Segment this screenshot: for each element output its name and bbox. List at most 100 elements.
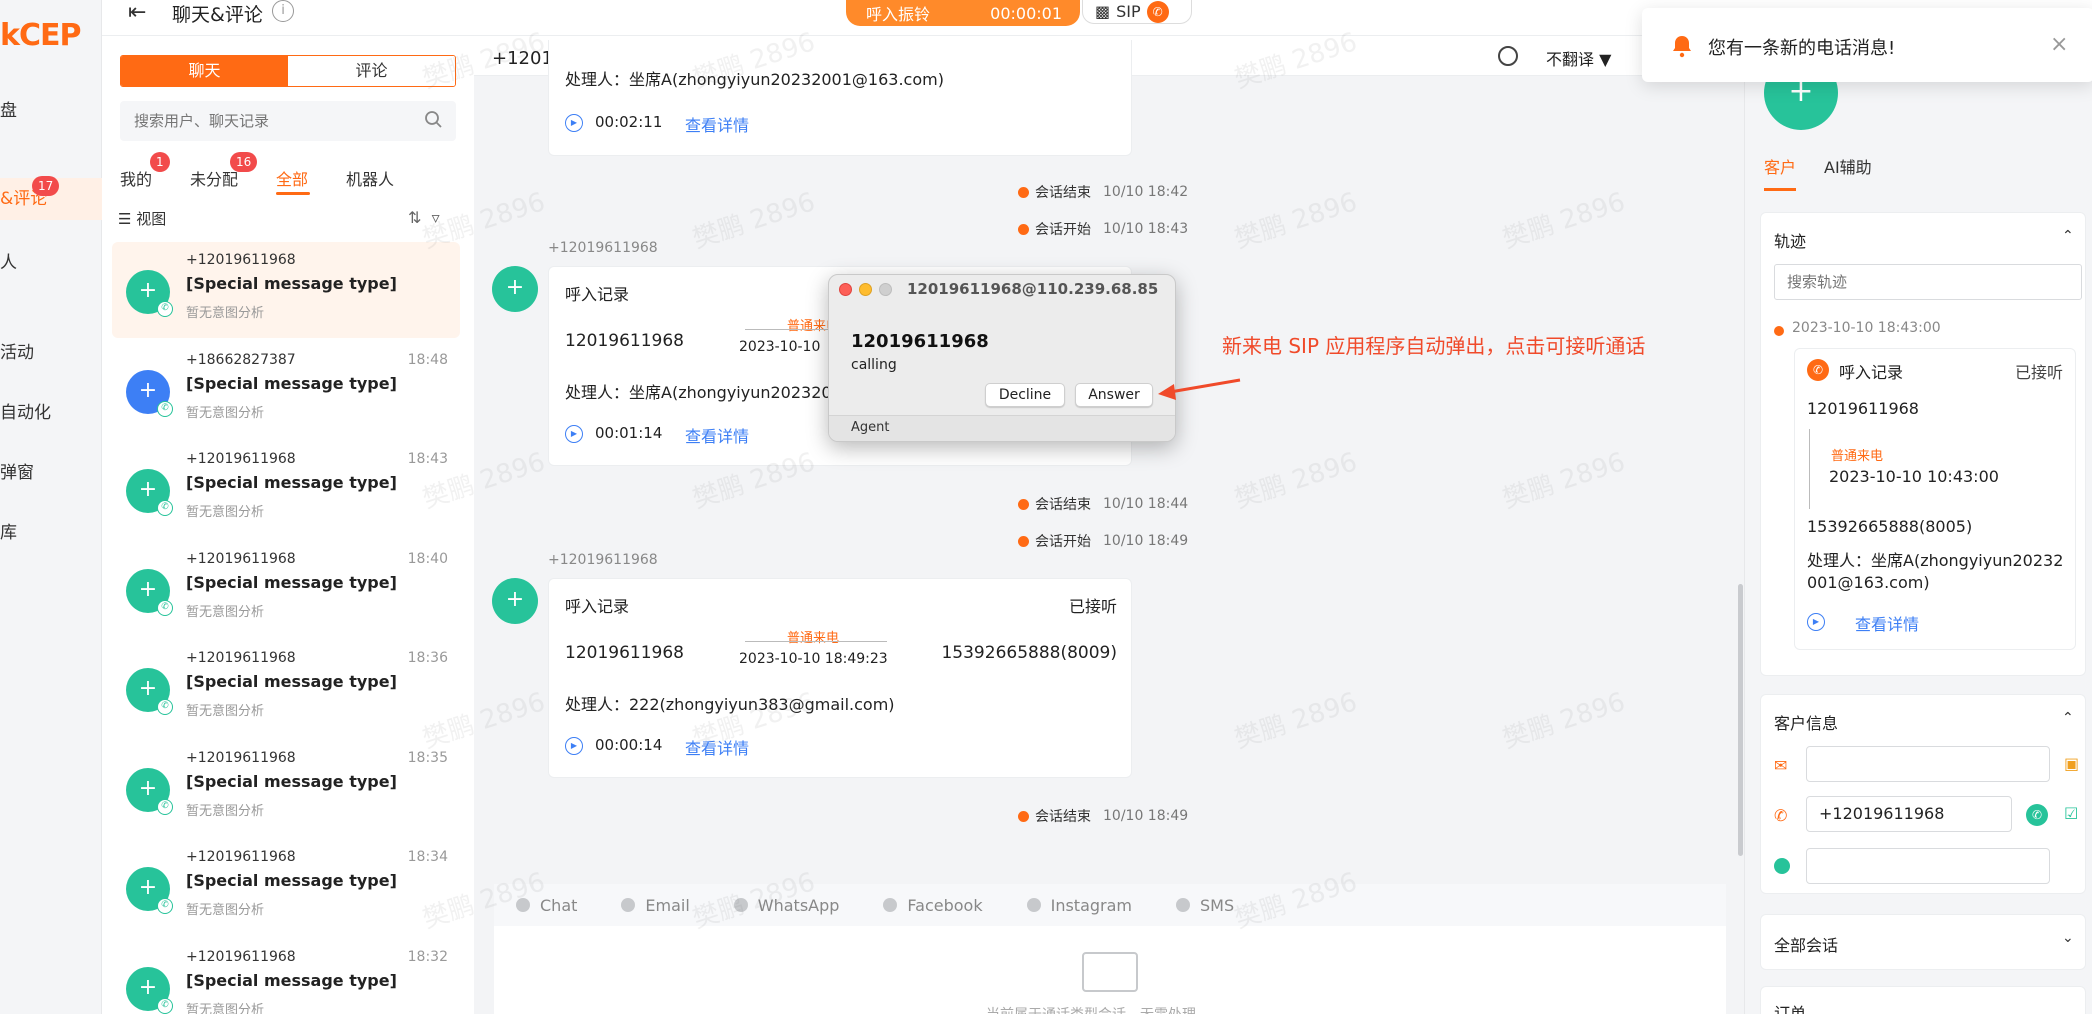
conversation-item[interactable]: + ✆ +12019611968 18:43 [Special message type…: [112, 441, 460, 537]
contact-avatar: + ✆: [126, 668, 173, 715]
minimize-window-icon[interactable]: [859, 283, 872, 296]
whatsapp-icon: [733, 897, 748, 912]
intent-analysis: 暂无意图分析: [186, 306, 265, 321]
translate-select[interactable]: 不翻译 ▼: [1546, 46, 1611, 70]
conversation-item[interactable]: + ✆ +18662827387 18:48 [Special message type…: [112, 342, 460, 438]
chevron-down-icon[interactable]: ⌄: [2062, 930, 2074, 946]
last-message: [Special message type]: [186, 473, 397, 492]
phone-field[interactable]: +12019611968: [1806, 796, 2012, 832]
nav-item-dashboard[interactable]: 盘: [0, 96, 17, 121]
caller-number: 12019611968: [565, 643, 684, 663]
chat-scrollbar[interactable]: [1738, 584, 1743, 856]
close-window-icon[interactable]: [839, 283, 852, 296]
conversation-search-input[interactable]: [120, 101, 456, 141]
close-icon[interactable]: ×: [2050, 32, 2068, 57]
nav-item-people[interactable]: 人: [0, 248, 17, 273]
history-icon[interactable]: [1498, 46, 1518, 66]
decline-button[interactable]: Decline: [985, 383, 1065, 407]
tab-customer[interactable]: 客户: [1764, 154, 1796, 178]
filter-tab-unassigned[interactable]: 未分配: [190, 166, 238, 190]
track-header: 轨迹: [1774, 232, 1807, 251]
filter-badge-mine: 1: [150, 152, 170, 172]
call-date: 2023-10-10: [739, 339, 821, 355]
channel-label: Chat: [540, 895, 578, 915]
phone-icon[interactable]: ✆: [1146, 0, 1169, 23]
conversation-item[interactable]: + ✆ +12019611968 18:32 [Special message type…: [112, 939, 460, 1014]
channel-badge-icon: ✆: [157, 898, 173, 914]
last-message: [Special message type]: [186, 572, 397, 592]
search-icon[interactable]: [424, 110, 444, 130]
tab-facebook[interactable]: Facebook: [883, 896, 983, 915]
channel-label: Email: [645, 895, 690, 915]
track-search-input[interactable]: [1774, 264, 2082, 300]
session-event: 会话结束 10/10 18:49: [1018, 806, 1188, 826]
call-icon[interactable]: ✆: [2026, 804, 2048, 826]
channel-badge-icon: ✆: [157, 599, 173, 616]
view-details-link[interactable]: 查看详情: [685, 735, 749, 759]
filter-icon[interactable]: ▿: [432, 208, 440, 227]
conversation-item[interactable]: + ✆ +12019611968 [Special message type] 暂无意图…: [112, 242, 460, 338]
sip-label: SIP: [1116, 2, 1141, 21]
answer-button[interactable]: Answer: [1075, 383, 1153, 407]
ringing-indicator[interactable]: 呼入振铃 00:00:01: [846, 0, 1080, 26]
intent-analysis: 暂无意图分析: [186, 405, 265, 421]
card-title: 呼入记录: [565, 597, 630, 616]
tab-chat-channel[interactable]: Chat: [516, 896, 577, 915]
tab-whatsapp[interactable]: WhatsApp: [733, 896, 839, 915]
customer-info-header: 客户信息: [1774, 714, 1839, 733]
nav-item-campaigns[interactable]: 活动: [0, 338, 34, 363]
tab-sms[interactable]: SMS: [1176, 896, 1234, 915]
orders-section[interactable]: [1760, 986, 2086, 1014]
verify-icon[interactable]: ☑: [2064, 804, 2078, 823]
contact-avatar: +: [492, 578, 538, 624]
info-icon[interactable]: i: [272, 0, 294, 22]
chat-icon: [516, 897, 530, 912]
nav-item-popups[interactable]: 弹窗: [0, 458, 34, 483]
incoming-number: 12019611968: [851, 331, 989, 352]
tab-instagram[interactable]: Instagram: [1026, 895, 1133, 915]
email-field[interactable]: [1806, 746, 2050, 782]
conversation-item[interactable]: + ✆ +12019611968 18:34 [Special message type…: [112, 839, 460, 935]
sort-icon[interactable]: ⇅: [408, 208, 421, 227]
conversation-item[interactable]: + ✆ +12019611968 18:35 [Special message type…: [112, 740, 460, 836]
event-label: 会话开始: [1035, 534, 1091, 550]
view-details-link[interactable]: 查看详情: [685, 423, 749, 447]
add-note-icon[interactable]: ▣: [2064, 754, 2079, 773]
event-dot: [1018, 186, 1029, 198]
tab-ai-assist[interactable]: AI辅助: [1824, 154, 1872, 178]
sip-account-label: Agent: [829, 415, 1175, 441]
nav-item-automation[interactable]: 自动化: [0, 398, 51, 423]
event-dot: [1018, 535, 1029, 547]
chevron-up-icon[interactable]: ⌃: [2062, 228, 2074, 244]
tab-chat[interactable]: 聊天: [121, 56, 288, 86]
sip-status[interactable]: ▩ SIP ✆: [1082, 0, 1192, 24]
conversation-item[interactable]: + ✆ +12019611968 18:40 [Special message type…: [112, 541, 460, 637]
whatsapp-field[interactable]: [1806, 848, 2050, 884]
view-selector[interactable]: ☰ 视图: [118, 208, 166, 229]
collapse-menu-icon[interactable]: ⇤: [128, 0, 146, 25]
filter-tab-all[interactable]: 全部: [276, 166, 308, 190]
last-message: [Special message type]: [186, 672, 397, 691]
view-details-link[interactable]: 查看详情: [1855, 611, 1919, 635]
maximize-window-icon[interactable]: [879, 283, 892, 296]
conversation-item[interactable]: + ✆ +12019611968 18:36 [Special message type…: [112, 640, 460, 736]
chevron-up-icon[interactable]: ⌃: [2062, 710, 2074, 726]
play-icon[interactable]: ▶: [565, 114, 583, 132]
tab-comments[interactable]: 评论: [288, 56, 455, 86]
play-icon[interactable]: ▶: [565, 425, 583, 443]
event-dot: [1018, 223, 1029, 235]
play-icon[interactable]: ▶: [565, 737, 583, 755]
conversation-time: 18:32: [407, 948, 448, 965]
filter-tab-bots[interactable]: 机器人: [346, 166, 394, 190]
channel-badge-icon: ✆: [157, 400, 173, 417]
play-icon[interactable]: ▶: [1807, 613, 1825, 631]
event-dot: [1018, 810, 1029, 822]
message-sender: +12019611968: [548, 240, 658, 256]
channel-label: Instagram: [1050, 895, 1133, 915]
filter-tab-mine[interactable]: 我的: [120, 166, 152, 190]
contact-number: +12019611968: [186, 849, 296, 865]
event-time: 10/10 18:42: [1103, 184, 1189, 200]
view-details-link[interactable]: 查看详情: [685, 112, 749, 136]
nav-item-library[interactable]: 库: [0, 518, 17, 543]
tab-email[interactable]: Email: [621, 895, 690, 915]
